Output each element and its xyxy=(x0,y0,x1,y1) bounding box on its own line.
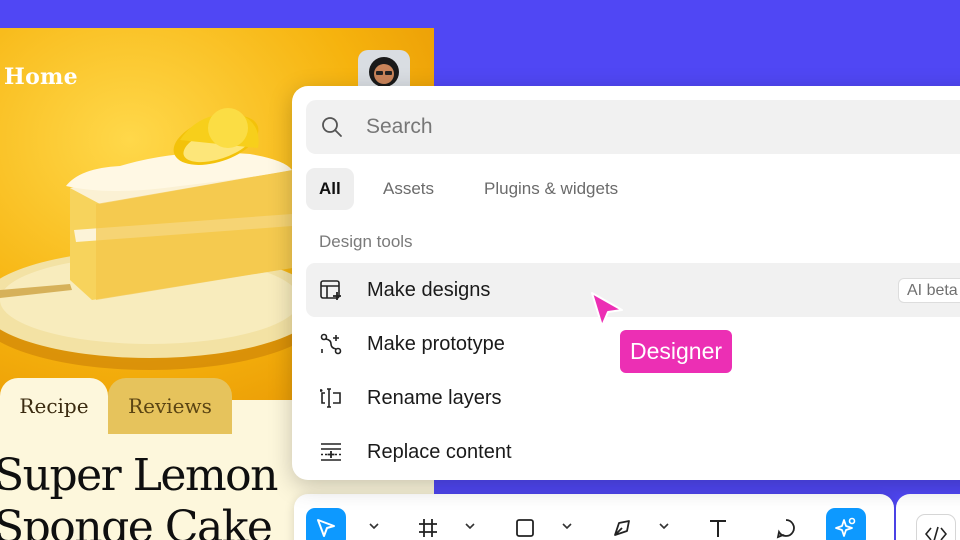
dev-mode-panel xyxy=(896,494,960,540)
rectangle-tool-icon[interactable] xyxy=(505,508,545,540)
chevron-down-icon[interactable] xyxy=(561,520,573,532)
home-title[interactable]: Home xyxy=(4,64,78,90)
move-tool-icon[interactable] xyxy=(306,508,346,540)
collaborator-cursor-icon xyxy=(588,290,626,335)
chevron-down-icon[interactable] xyxy=(368,520,380,532)
bottom-toolbar xyxy=(294,494,894,540)
collaborator-cursor-label: Designer xyxy=(620,330,733,373)
code-icon[interactable] xyxy=(916,514,956,540)
filter-assets[interactable]: Assets xyxy=(370,168,447,210)
text-tool-icon[interactable] xyxy=(698,508,738,540)
recipe-title-line1: Super Lemon xyxy=(0,450,279,501)
search-icon xyxy=(320,115,344,144)
filter-all[interactable]: All xyxy=(306,168,354,210)
comment-tool-icon[interactable] xyxy=(766,508,806,540)
chevron-down-icon[interactable] xyxy=(658,520,670,532)
search-input[interactable] xyxy=(366,100,960,154)
replace-content-icon xyxy=(319,440,343,464)
menu-item-replace-content[interactable]: Replace content xyxy=(306,425,960,479)
actions-tool-icon[interactable] xyxy=(826,508,866,540)
recipe-title-line2: Sponge Cake xyxy=(0,502,273,540)
chevron-down-icon[interactable] xyxy=(464,520,476,532)
tab-reviews[interactable]: Reviews xyxy=(108,378,232,434)
menu-item-rename-layers[interactable]: Rename layers xyxy=(306,371,960,425)
section-label: Design tools xyxy=(319,232,413,251)
command-palette: All Assets Plugins & widgets Design tool… xyxy=(292,86,960,480)
frame-tool-icon[interactable] xyxy=(408,508,448,540)
menu-item-label: Make designs xyxy=(367,278,491,301)
tab-recipe[interactable]: Recipe xyxy=(0,378,108,434)
filter-plugins-widgets[interactable]: Plugins & widgets xyxy=(471,168,631,210)
recipe-title: Super Lemon Sponge Cake xyxy=(0,450,279,540)
make-prototype-icon xyxy=(319,332,343,356)
pen-tool-icon[interactable] xyxy=(602,508,642,540)
menu-item-label: Replace content xyxy=(367,440,512,463)
rename-layers-icon xyxy=(319,386,343,410)
search-box[interactable] xyxy=(306,100,960,154)
ai-beta-badge: AI beta xyxy=(898,278,960,303)
menu-item-make-designs[interactable]: Make designs AI beta xyxy=(306,263,960,317)
menu-item-label: Rename layers xyxy=(367,386,502,409)
make-designs-icon xyxy=(319,278,343,302)
menu-item-label: Make prototype xyxy=(367,332,505,355)
